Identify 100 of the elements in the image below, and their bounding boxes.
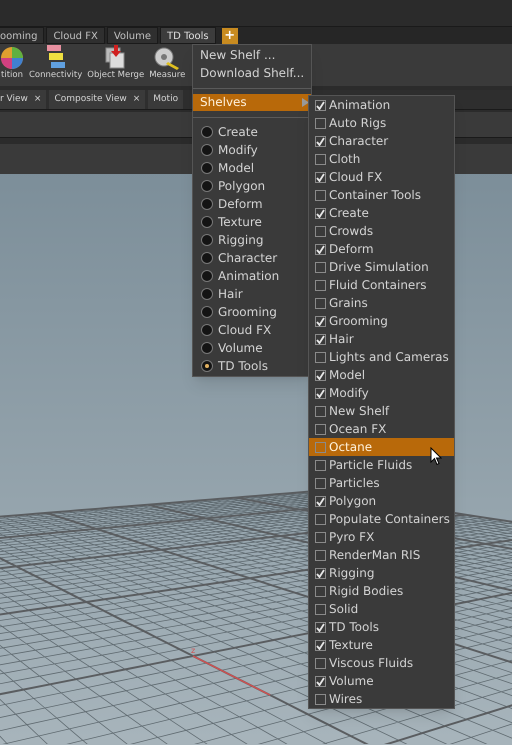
checkbox[interactable]: [315, 694, 326, 704]
checkbox-menu-item[interactable]: Texture: [309, 636, 454, 654]
checkbox-menu-item[interactable]: Drive Simulation: [309, 258, 454, 276]
menu-item[interactable]: New Shelf ...: [193, 46, 311, 64]
checkbox[interactable]: [315, 226, 326, 236]
checkbox-menu-item[interactable]: Particles: [309, 474, 454, 492]
shelf-tool-label[interactable]: Object Merge: [87, 70, 144, 81]
checkbox[interactable]: [315, 406, 326, 416]
checkbox-menu-item[interactable]: Crowds: [309, 222, 454, 240]
close-button[interactable]: ×: [132, 92, 140, 106]
checkbox-menu-item[interactable]: Grooming: [309, 312, 454, 330]
submenu-item[interactable]: Shelves: [193, 94, 311, 111]
checkbox[interactable]: [315, 442, 326, 452]
checkbox[interactable]: [315, 280, 326, 290]
checkbox-menu-item[interactable]: Container Tools: [309, 186, 454, 204]
pane-tab-label[interactable]: Composite View: [54, 92, 127, 106]
checkbox[interactable]: [315, 676, 326, 686]
checkbox[interactable]: [315, 118, 326, 128]
checkbox[interactable]: [315, 496, 326, 506]
checkbox[interactable]: [315, 460, 326, 470]
checkbox-menu-item[interactable]: New Shelf: [309, 402, 454, 420]
checkbox-menu-item[interactable]: Ocean FX: [309, 420, 454, 438]
radio-button[interactable]: [201, 198, 213, 210]
pane-tab-label[interactable]: Motio: [153, 92, 178, 106]
checkbox-menu-item[interactable]: TD Tools: [309, 618, 454, 636]
checkbox[interactable]: [315, 298, 326, 308]
shelf-tab[interactable]: Volume: [106, 27, 158, 44]
close-button[interactable]: ×: [34, 92, 42, 106]
checkbox-menu-item[interactable]: Wires: [309, 690, 454, 708]
checkbox[interactable]: [315, 388, 326, 398]
radio-menu-item[interactable]: Animation: [193, 267, 311, 285]
checkbox-menu-item[interactable]: Volume: [309, 672, 454, 690]
checkbox[interactable]: [315, 658, 326, 668]
checkbox[interactable]: [315, 640, 326, 650]
checkbox-menu-item[interactable]: Deform: [309, 240, 454, 258]
radio-menu-item[interactable]: Grooming: [193, 303, 311, 321]
checkbox[interactable]: [315, 622, 326, 632]
radio-button[interactable]: [201, 144, 213, 156]
checkbox[interactable]: [315, 136, 326, 146]
checkbox-menu-item[interactable]: Solid: [309, 600, 454, 618]
checkbox[interactable]: [315, 334, 326, 344]
checkbox-menu-item[interactable]: Populate Containers: [309, 510, 454, 528]
checkbox[interactable]: [315, 262, 326, 272]
checkbox[interactable]: [315, 172, 326, 182]
checkbox[interactable]: [315, 568, 326, 578]
radio-button[interactable]: [201, 360, 213, 372]
radio-button[interactable]: [201, 342, 213, 354]
checkbox-menu-item[interactable]: Animation: [309, 96, 454, 114]
radio-menu-item[interactable]: Model: [193, 159, 311, 177]
radio-button[interactable]: [201, 162, 213, 174]
radio-button[interactable]: [201, 180, 213, 192]
radio-menu-item[interactable]: Modify: [193, 141, 311, 159]
radio-button[interactable]: [201, 324, 213, 336]
checkbox-menu-item[interactable]: Model: [309, 366, 454, 384]
shelf-tool-label[interactable]: Measure: [149, 70, 186, 81]
checkbox[interactable]: [315, 514, 326, 524]
shelf-tab[interactable]: TD Tools: [160, 27, 216, 44]
menu-item[interactable]: Download Shelf...: [193, 64, 311, 82]
checkbox[interactable]: [315, 208, 326, 218]
checkbox-menu-item[interactable]: Particle Fluids: [309, 456, 454, 474]
checkbox-menu-item[interactable]: Modify: [309, 384, 454, 402]
checkbox[interactable]: [315, 190, 326, 200]
checkbox-menu-item[interactable]: Lights and Cameras: [309, 348, 454, 366]
radio-menu-item[interactable]: Hair: [193, 285, 311, 303]
radio-menu-item[interactable]: Texture: [193, 213, 311, 231]
radio-button[interactable]: [201, 288, 213, 300]
checkbox-menu-item[interactable]: Polygon: [309, 492, 454, 510]
pane-tab[interactable]: r View ×: [0, 90, 46, 109]
checkbox-menu-item[interactable]: Auto Rigs: [309, 114, 454, 132]
shelf-tool-label[interactable]: Connectivity: [29, 70, 82, 81]
checkbox[interactable]: [315, 244, 326, 254]
checkbox-menu-item[interactable]: RenderMan RIS: [309, 546, 454, 564]
radio-menu-item[interactable]: TD Tools: [193, 357, 311, 375]
checkbox[interactable]: [315, 154, 326, 164]
checkbox[interactable]: [315, 478, 326, 488]
checkbox[interactable]: [315, 352, 326, 362]
checkbox[interactable]: [315, 370, 326, 380]
radio-button[interactable]: [201, 306, 213, 318]
checkbox-menu-item[interactable]: Pyro FX: [309, 528, 454, 546]
checkbox-menu-item[interactable]: Grains: [309, 294, 454, 312]
checkbox[interactable]: [315, 586, 326, 596]
radio-button[interactable]: [201, 216, 213, 228]
radio-menu-item[interactable]: Cloud FX: [193, 321, 311, 339]
checkbox-menu-item[interactable]: Octane: [309, 438, 454, 456]
checkbox-menu-item[interactable]: Cloth: [309, 150, 454, 168]
radio-button[interactable]: [201, 270, 213, 282]
radio-button[interactable]: [201, 126, 213, 138]
checkbox-menu-item[interactable]: Rigid Bodies: [309, 582, 454, 600]
checkbox[interactable]: [315, 604, 326, 614]
radio-menu-item[interactable]: Polygon: [193, 177, 311, 195]
checkbox-menu-item[interactable]: Create: [309, 204, 454, 222]
checkbox[interactable]: [315, 550, 326, 560]
pane-tab-label[interactable]: r View: [0, 92, 28, 106]
pane-tab[interactable]: Motio: [148, 90, 184, 109]
radio-button[interactable]: [201, 234, 213, 246]
pane-tab[interactable]: Composite View ×: [49, 90, 146, 109]
radio-menu-item[interactable]: Create: [193, 123, 311, 141]
radio-menu-item[interactable]: Deform: [193, 195, 311, 213]
checkbox[interactable]: [315, 316, 326, 326]
shelf-tab[interactable]: ooming: [0, 27, 44, 44]
